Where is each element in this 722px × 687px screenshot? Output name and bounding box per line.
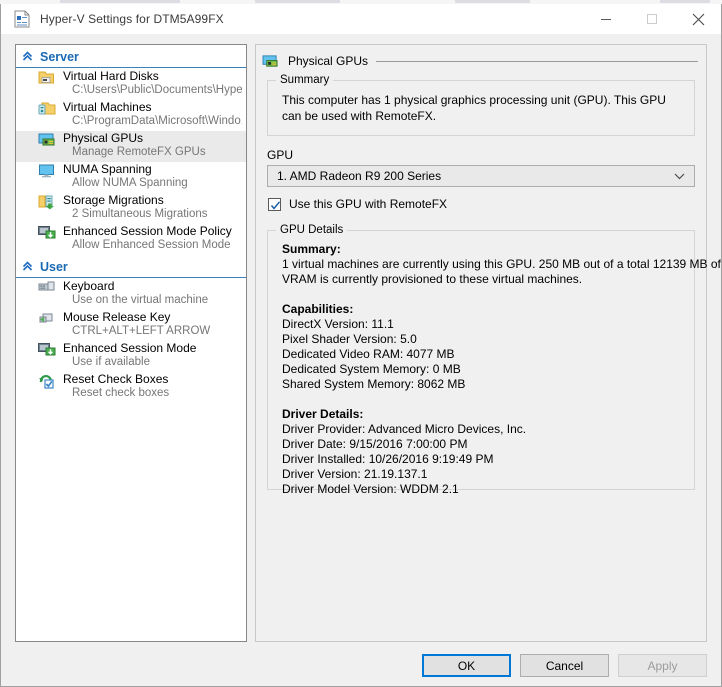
folder-disk-icon — [38, 70, 56, 86]
sidebar-item-label: Keyboard — [63, 279, 114, 293]
sidebar-item-sublabel: Manage RemoteFX GPUs — [72, 146, 206, 158]
screen: Hyper-V Settings for DTM5A99FX — [0, 0, 722, 687]
sidebar-item-label: Virtual Hard Disks — [63, 69, 159, 83]
sidebar-item-numa-spanning[interactable]: NUMA Spanning Allow NUMA Spanning — [16, 162, 246, 193]
sidebar-item-physical-gpus[interactable]: Physical GPUs Manage RemoteFX GPUs — [16, 131, 246, 162]
details-line: Driver Provider: Advanced Micro Devices,… — [282, 422, 680, 437]
gpu-select[interactable]: 1. AMD Radeon R9 200 Series — [267, 165, 695, 187]
sidebar-item-label: Mouse Release Key — [63, 310, 170, 324]
details-block-capabilities: Capabilities: DirectX Version: 11.1 Pixe… — [282, 302, 680, 392]
sidebar-item-sublabel: Use if available — [72, 356, 150, 368]
section-header-server[interactable]: Server — [16, 47, 246, 68]
details-line: Driver Version: 21.19.137.1 — [282, 467, 680, 482]
monitor-icon — [38, 163, 56, 179]
session-mode-icon — [38, 225, 56, 241]
sidebar-item-virtual-hard-disks[interactable]: Virtual Hard Disks C:\Users\Public\Docum… — [16, 69, 246, 100]
details-panel: Physical GPUs Summary This computer has … — [255, 44, 707, 642]
apply-button: Apply — [618, 654, 707, 677]
sidebar-item-label: Reset Check Boxes — [63, 372, 168, 386]
details-block-summary: Summary: 1 virtual machines are currentl… — [282, 242, 680, 287]
details-line: Shared System Memory: 8062 MB — [282, 377, 680, 392]
sidebar-item-sublabel: Allow NUMA Spanning — [72, 177, 188, 189]
sidebar-item-sublabel: Use on the virtual machine — [72, 294, 208, 306]
summary-groupbox: Summary This computer has 1 physical gra… — [267, 80, 695, 136]
minimize-button[interactable] — [583, 4, 629, 34]
monitor-gpu-icon — [262, 54, 279, 69]
window-title: Hyper-V Settings for DTM5A99FX — [40, 12, 224, 26]
content-area: Server Virtual Hard Disks C:\Users\Publi… — [1, 34, 721, 644]
sidebar-item-reset-check-boxes[interactable]: Reset Check Boxes Reset check boxes — [16, 372, 246, 403]
sidebar-item-storage-migrations[interactable]: Storage Migrations 2 Simultaneous Migrat… — [16, 193, 246, 224]
details-line: Dedicated Video RAM: 4077 MB — [282, 347, 680, 362]
sidebar-item-mouse-release-key[interactable]: Mouse Release Key CTRL+ALT+LEFT ARROW — [16, 310, 246, 341]
sidebar-item-keyboard[interactable]: Keyboard Use on the virtual machine — [16, 279, 246, 310]
sidebar-item-sublabel: C:\ProgramData\Microsoft\Windo... — [72, 115, 242, 127]
sidebar-item-label: Enhanced Session Mode — [63, 341, 196, 355]
details-line: Driver Model Version: WDDM 2.1 — [282, 482, 680, 497]
settings-document-icon — [14, 10, 30, 28]
summary-text: This computer has 1 physical graphics pr… — [268, 81, 694, 124]
collapse-chevron-icon[interactable] — [20, 51, 34, 64]
panel-title: Physical GPUs — [288, 54, 368, 68]
sidebar-item-label: Physical GPUs — [63, 131, 143, 145]
monitor-gpu-icon — [38, 132, 56, 148]
close-button[interactable] — [675, 4, 721, 34]
title-bar: Hyper-V Settings for DTM5A99FX — [1, 4, 721, 34]
sidebar-item-sublabel: 2 Simultaneous Migrations — [72, 208, 208, 220]
keyboard-icon — [38, 280, 56, 296]
remotefx-checkbox-label: Use this GPU with RemoteFX — [289, 197, 447, 211]
sidebar-item-sublabel: Allow Enhanced Session Mode — [72, 239, 231, 251]
hyperv-settings-window: Hyper-V Settings for DTM5A99FX — [0, 4, 722, 687]
reset-checkbox-icon — [38, 373, 56, 389]
details-heading: Driver Details: — [282, 407, 680, 422]
sidebar-item-sublabel: CTRL+ALT+LEFT ARROW — [72, 325, 210, 337]
section-title-server: Server — [40, 50, 79, 64]
gpu-field-label: GPU — [267, 148, 293, 162]
sidebar-item-label: NUMA Spanning — [63, 162, 152, 176]
details-line: VRAM is currently provisioned to these v… — [282, 272, 680, 287]
mouse-release-icon — [38, 311, 56, 327]
gpu-details-body: Summary: 1 virtual machines are currentl… — [268, 231, 694, 497]
folder-vm-icon — [38, 101, 56, 117]
maximize-button — [629, 4, 675, 34]
settings-tree[interactable]: Server Virtual Hard Disks C:\Users\Publi… — [15, 44, 247, 642]
storage-migration-icon — [38, 194, 56, 210]
sidebar-item-virtual-machines[interactable]: Virtual Machines C:\ProgramData\Microsof… — [16, 100, 246, 131]
section-title-user: User — [40, 260, 68, 274]
details-block-driver: Driver Details: Driver Provider: Advance… — [282, 407, 680, 497]
summary-legend: Summary — [276, 74, 333, 86]
sidebar-item-enhanced-session-mode-policy[interactable]: Enhanced Session Mode Policy Allow Enhan… — [16, 224, 246, 255]
remotefx-checkbox-row[interactable]: Use this GPU with RemoteFX — [268, 197, 447, 211]
sidebar-item-sublabel: C:\Users\Public\Documents\Hyper-... — [72, 84, 242, 96]
details-line: DirectX Version: 11.1 — [282, 317, 680, 332]
chevron-down-icon[interactable] — [674, 167, 685, 185]
details-heading: Capabilities: — [282, 302, 680, 317]
sidebar-item-label: Virtual Machines — [63, 100, 152, 114]
header-rule — [376, 61, 698, 62]
details-line: Driver Date: 9/15/2016 7:00:00 PM — [282, 437, 680, 452]
sidebar-item-enhanced-session-mode[interactable]: Enhanced Session Mode Use if available — [16, 341, 246, 372]
section-header-user[interactable]: User — [16, 257, 246, 278]
details-line: Dedicated System Memory: 0 MB — [282, 362, 680, 377]
gpu-details-groupbox: GPU Details Summary: 1 virtual machines … — [267, 230, 695, 490]
ok-button[interactable]: OK — [422, 654, 511, 677]
gpu-details-legend: GPU Details — [276, 224, 347, 236]
sidebar-item-label: Storage Migrations — [63, 193, 164, 207]
cancel-button[interactable]: Cancel — [520, 654, 609, 677]
gpu-select-value: 1. AMD Radeon R9 200 Series — [277, 169, 441, 183]
session-mode-icon — [38, 342, 56, 358]
details-heading: Summary: — [282, 242, 680, 257]
details-line: Pixel Shader Version: 5.0 — [282, 332, 680, 347]
collapse-chevron-icon[interactable] — [20, 261, 34, 274]
details-line: Driver Installed: 10/26/2016 9:19:49 PM — [282, 452, 680, 467]
panel-header: Physical GPUs — [262, 51, 698, 71]
sidebar-item-label: Enhanced Session Mode Policy — [63, 224, 232, 238]
dialog-footer: OK Cancel Apply — [1, 644, 721, 685]
window-controls — [583, 4, 721, 34]
remotefx-checkbox[interactable] — [268, 198, 281, 211]
details-line: 1 virtual machines are currently using t… — [282, 257, 680, 272]
sidebar-item-sublabel: Reset check boxes — [72, 387, 169, 399]
